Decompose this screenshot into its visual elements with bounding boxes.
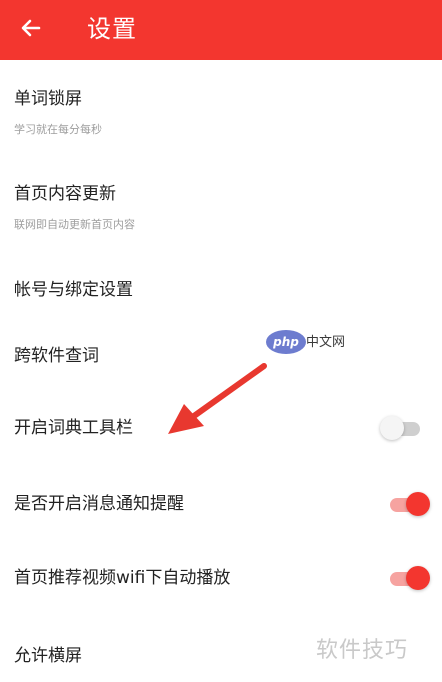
setting-label: 允许横屏 <box>14 646 82 666</box>
setting-account-binding[interactable]: 帐号与绑定设置 <box>0 256 442 322</box>
setting-home-content-update[interactable]: 首页内容更新 联网即自动更新首页内容 <box>0 158 442 248</box>
toggle-thumb <box>406 492 430 516</box>
setting-message-notification[interactable]: 是否开启消息通知提醒 <box>0 470 442 540</box>
back-button[interactable] <box>16 13 46 43</box>
page-title: 设置 <box>87 15 137 43</box>
setting-subtitle: 学习就在每分每秒 <box>14 123 102 136</box>
setting-word-lockscreen[interactable]: 单词锁屏 学习就在每分每秒 <box>0 62 442 146</box>
setting-label: 是否开启消息通知提醒 <box>14 494 184 514</box>
site-watermark: 软件技巧 <box>316 638 409 663</box>
dictionary-toolbar-toggle[interactable] <box>380 414 424 442</box>
setting-subtitle: 联网即自动更新首页内容 <box>14 218 135 231</box>
php-logo-watermark: php <box>266 330 306 354</box>
setting-wifi-autoplay[interactable]: 首页推荐视频wifi下自动播放 <box>0 544 442 614</box>
setting-label: 开启词典工具栏 <box>14 418 133 438</box>
setting-label: 单词锁屏 <box>14 89 82 109</box>
setting-label: 跨软件查词 <box>14 346 99 366</box>
setting-label: 首页推荐视频wifi下自动播放 <box>14 568 231 588</box>
arrow-left-icon <box>21 19 41 37</box>
message-notification-toggle[interactable] <box>388 490 432 518</box>
app-bar: 设置 <box>0 0 442 60</box>
setting-label: 帐号与绑定设置 <box>14 280 133 300</box>
annotation-arrow-icon <box>168 363 267 434</box>
toggle-thumb <box>406 566 430 590</box>
toggle-thumb <box>380 416 404 440</box>
wifi-autoplay-toggle[interactable] <box>388 564 432 592</box>
php-text-watermark: 中文网 <box>306 335 346 350</box>
setting-label: 首页内容更新 <box>14 184 116 204</box>
